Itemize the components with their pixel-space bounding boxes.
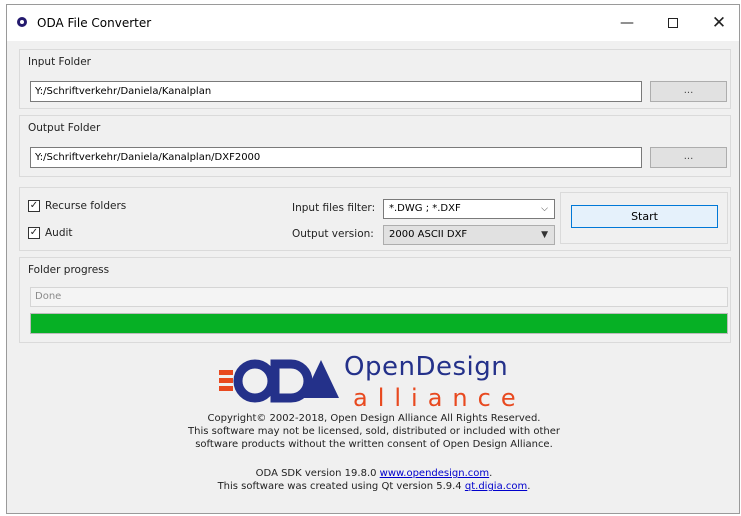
minimize-button[interactable]: — — [604, 5, 650, 41]
oda-app-icon — [17, 17, 27, 27]
close-icon: ✕ — [711, 13, 727, 33]
input-files-filter-label: Input files filter: — [292, 202, 376, 214]
output-folder-field[interactable]: Y:/Schriftverkehr/Daniela/Kanalplan/DXF2… — [30, 147, 642, 168]
sdk-version-text: ODA SDK version 19.8.0 — [255, 468, 377, 479]
license-text-line1: This software may not be licensed, sold,… — [188, 426, 560, 437]
qt-version-text: This software was created using Qt versi… — [217, 481, 462, 492]
chevron-down-icon: ⌵ — [541, 204, 548, 214]
maximize-button[interactable] — [650, 5, 696, 41]
input-files-filter-combobox[interactable]: *.DWG ; *.DXF ⌵ — [383, 199, 555, 219]
maximize-icon — [668, 18, 678, 28]
start-button[interactable]: Start — [571, 205, 718, 228]
input-folder-group: Input Folder Y:/Schriftverkehr/Daniela/K… — [19, 49, 731, 109]
close-button[interactable]: ✕ — [696, 5, 739, 41]
options-group: ✓ Recurse folders ✓ Audit Input files fi… — [19, 187, 731, 251]
sdk-version-period: . — [489, 468, 493, 479]
opendesign-link[interactable]: www.opendesign.com — [380, 468, 489, 479]
folder-progress-label: Folder progress — [28, 264, 110, 276]
window-title: ODA File Converter — [37, 16, 152, 30]
progress-status-field: Done — [30, 287, 728, 307]
output-folder-label: Output Folder — [28, 122, 101, 134]
output-version-combobox[interactable]: 2000 ASCII DXF ▼ — [383, 225, 555, 245]
logo-alliance-text: alliance — [353, 384, 526, 412]
audit-checkbox[interactable]: ✓ Audit — [28, 227, 73, 239]
output-version-label: Output version: — [292, 228, 374, 240]
dropdown-arrow-icon: ▼ — [541, 230, 548, 240]
oda-file-converter-window: ODA File Converter — ✕ Input Folder Y:/S… — [6, 4, 740, 514]
qt-version-line: This software was created using Qt versi… — [7, 480, 739, 493]
recurse-folders-check-icon: ✓ — [28, 200, 40, 212]
output-folder-browse-button[interactable]: ... — [650, 147, 727, 168]
audit-check-icon: ✓ — [28, 227, 40, 239]
audit-label: Audit — [45, 227, 73, 239]
license-text-line2: software products without the written co… — [195, 439, 553, 450]
qt-digia-link[interactable]: qt.digia.com — [465, 481, 527, 492]
title-bar[interactable]: ODA File Converter — ✕ — [7, 5, 739, 41]
output-version-value: 2000 ASCII DXF — [389, 229, 468, 240]
folder-progress-bar — [30, 313, 728, 334]
folder-progress-group: Folder progress Done — [19, 257, 731, 343]
minimize-icon: — — [620, 15, 634, 31]
input-folder-browse-button[interactable]: ... — [650, 81, 727, 102]
copyright-text: Copyright© 2002-2018, Open Design Allian… — [207, 413, 541, 424]
sdk-version-line: ODA SDK version 19.8.0 www.opendesign.co… — [7, 467, 739, 480]
logo-opendesign-text: OpenDesign — [344, 352, 509, 382]
qt-version-period: . — [527, 481, 531, 492]
input-folder-label: Input Folder — [28, 56, 91, 68]
oda-logo: OpenDesign alliance — [217, 350, 547, 420]
input-folder-field[interactable]: Y:/Schriftverkehr/Daniela/Kanalplan — [30, 81, 642, 102]
oda-logo-mark-icon — [219, 359, 339, 403]
input-files-filter-value: *.DWG ; *.DXF — [389, 203, 461, 214]
folder-progress-fill — [31, 314, 727, 333]
recurse-folders-label: Recurse folders — [45, 200, 127, 212]
recurse-folders-checkbox[interactable]: ✓ Recurse folders — [28, 200, 126, 212]
output-folder-group: Output Folder Y:/Schriftverkehr/Daniela/… — [19, 115, 731, 177]
start-button-frame: Start — [560, 192, 728, 244]
